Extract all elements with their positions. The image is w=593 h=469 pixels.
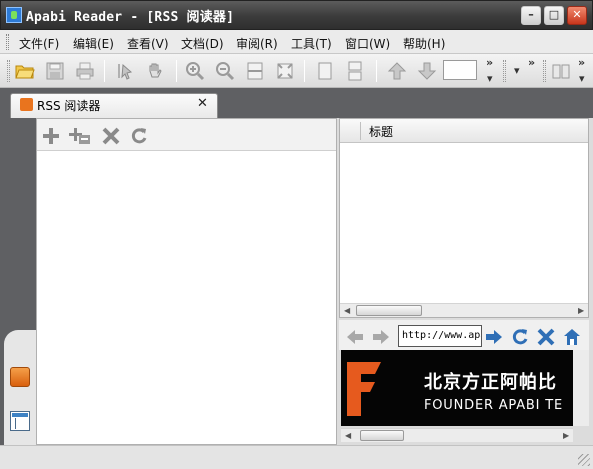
resize-grip[interactable] [578, 454, 590, 466]
go-icon[interactable] [483, 327, 505, 347]
scroll-left-icon[interactable]: ◀ [345, 431, 351, 440]
prev-page-icon[interactable] [386, 60, 408, 82]
menu-window[interactable]: 窗口(W) [345, 35, 390, 52]
article-list[interactable] [339, 118, 589, 318]
window-layout-icon[interactable] [10, 411, 30, 431]
stop-icon[interactable] [535, 327, 557, 347]
close-button[interactable]: ✕ [567, 6, 587, 25]
rss-reader-icon[interactable] [10, 367, 30, 387]
fit-page-icon[interactable] [274, 60, 296, 82]
single-page-icon[interactable] [314, 60, 336, 82]
page-number-input[interactable] [443, 60, 477, 80]
add-feed-icon[interactable] [40, 126, 62, 146]
back-icon[interactable] [344, 327, 366, 347]
url-input[interactable]: http://www.apabi.com [398, 325, 482, 347]
open-icon[interactable] [14, 60, 36, 82]
refresh-page-icon[interactable] [509, 327, 531, 347]
toolbar-grip[interactable] [503, 60, 506, 82]
print-icon[interactable] [74, 60, 96, 82]
add-folder-icon[interactable] [69, 126, 91, 146]
next-page-icon[interactable] [416, 60, 438, 82]
hand-tool-icon[interactable] [144, 60, 166, 82]
menu-view[interactable]: 查看(V) [127, 35, 169, 52]
toolbar-overflow-icon[interactable]: » [486, 56, 493, 69]
bookshelf-icon[interactable] [550, 60, 572, 82]
menu-review[interactable]: 审阅(R) [236, 35, 278, 52]
maximize-button[interactable]: □ [544, 6, 564, 25]
toolbar-overflow-icon[interactable]: » [578, 56, 585, 69]
select-tool-icon[interactable] [114, 60, 136, 82]
toolbar-grip[interactable] [7, 60, 10, 82]
menu-edit[interactable]: 编辑(E) [73, 35, 114, 52]
scroll-left-icon[interactable]: ◀ [344, 306, 350, 315]
menubar-grip[interactable] [6, 34, 9, 50]
delete-icon[interactable] [100, 126, 122, 146]
minimize-button[interactable]: – [521, 6, 541, 25]
banner-english-text: FOUNDER APABI TE [424, 398, 563, 413]
toolbar-dropdown-icon[interactable]: ▾ [579, 72, 585, 85]
menu-document[interactable]: 文档(D) [181, 35, 224, 52]
rss-icon [20, 98, 33, 111]
web-vertical-scrollbar[interactable] [573, 350, 589, 426]
status-bar [0, 445, 593, 469]
toolbar-dropdown-icon[interactable]: ▾ [487, 72, 493, 85]
home-icon[interactable] [561, 327, 583, 347]
tab-label: RSS 阅读器 [37, 99, 101, 113]
zoom-in-icon[interactable] [184, 60, 206, 82]
fit-width-icon[interactable] [244, 60, 266, 82]
toolbar-separator [304, 60, 305, 82]
continuous-page-icon[interactable] [344, 60, 366, 82]
menu-tools[interactable]: 工具(T) [291, 35, 332, 52]
feed-tree-panel[interactable] [36, 118, 337, 445]
menu-help[interactable]: 帮助(H) [403, 35, 445, 52]
window-title: Apabi Reader - [RSS 阅读器] [26, 10, 235, 25]
zoom-out-icon[interactable] [214, 60, 236, 82]
scrollbar-thumb[interactable] [356, 305, 422, 316]
toolbar-grip[interactable] [543, 60, 546, 82]
banner-chinese-text: 北京方正阿帕比 [424, 372, 557, 393]
apabi-app-icon[interactable] [6, 7, 22, 23]
refresh-icon[interactable] [128, 126, 150, 146]
tab-close-icon[interactable]: ✕ [197, 96, 208, 111]
menu-file[interactable]: 文件(F) [19, 35, 59, 52]
founder-apabi-logo [343, 358, 385, 420]
column-header-title[interactable]: 标题 [369, 123, 393, 140]
scrollbar-thumb[interactable] [360, 430, 404, 441]
scroll-right-icon[interactable]: ▶ [578, 306, 584, 315]
forward-icon[interactable] [370, 327, 392, 347]
scroll-right-icon[interactable]: ▶ [563, 431, 569, 440]
toolbar-dropdown-icon[interactable]: ▾ [514, 64, 520, 77]
toolbar-overflow-icon[interactable]: » [528, 56, 535, 69]
toolbar-separator [176, 60, 177, 82]
toolbar-separator [104, 60, 105, 82]
save-icon[interactable] [44, 60, 66, 82]
toolbar-separator [376, 60, 377, 82]
